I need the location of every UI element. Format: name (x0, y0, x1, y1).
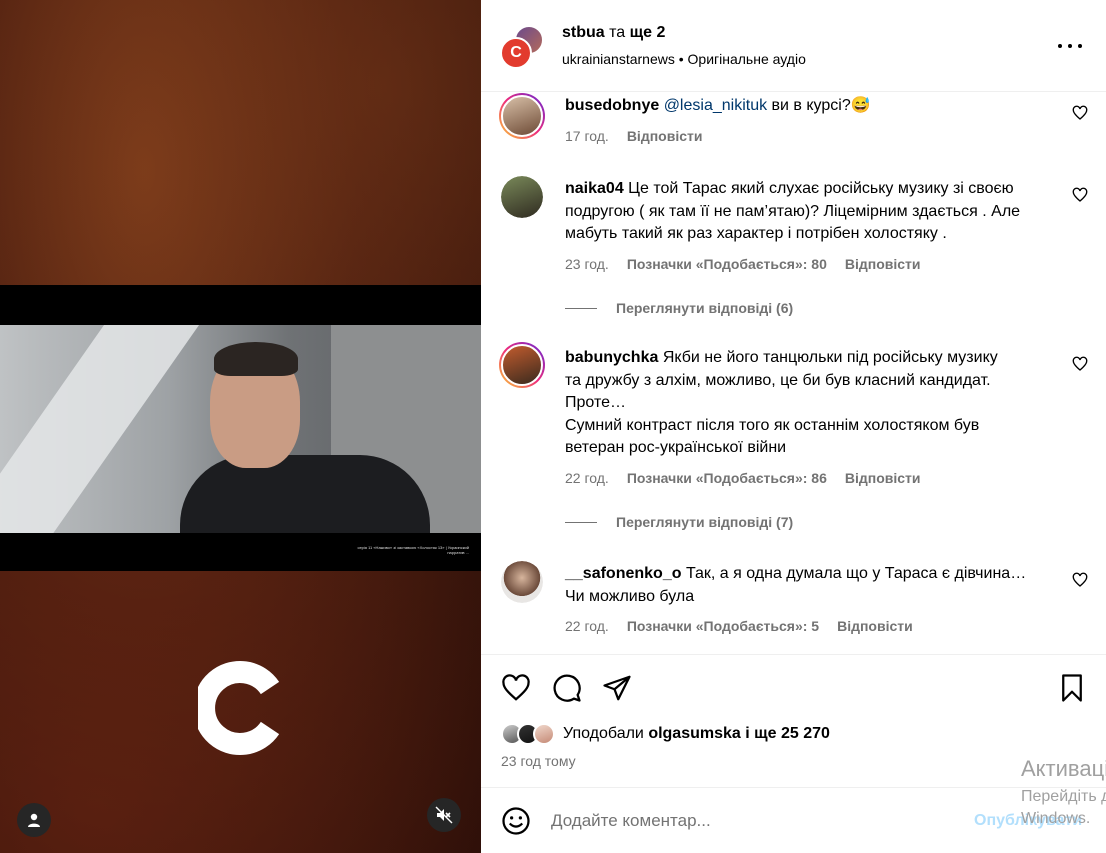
comment-username[interactable]: busedobnye (565, 97, 659, 114)
post-timestamp[interactable]: 23 год тому (501, 753, 576, 769)
comment-body: Це той Тарас який слухає російську музик… (565, 180, 1021, 242)
comment-input[interactable] (551, 808, 951, 834)
heart-icon[interactable] (1072, 356, 1088, 372)
subtitle-line: ukrainianstarnews • Оригінальне аудіо (562, 51, 806, 67)
reply-button[interactable]: Відповісти (845, 470, 921, 486)
tagged-users-button[interactable] (17, 803, 51, 837)
windows-activation-watermark: Активація Windows Перейдіть до параметрі… (1021, 756, 1106, 827)
comment-body: ви в курсі?😅 (771, 97, 871, 114)
avatar[interactable] (501, 561, 543, 603)
like-heart-icon[interactable] (501, 673, 531, 703)
letterbox-bottom: серія 11 «Наживо» зі заставкою «Холостяк… (0, 533, 481, 571)
reply-button[interactable]: Відповісти (845, 256, 921, 272)
avatar[interactable] (501, 176, 543, 218)
comment-time: 22 год. (565, 618, 609, 634)
user-icon (28, 813, 40, 827)
comment-username[interactable]: __safonenko_o (565, 565, 681, 582)
comment-body-line: ветеран рос-української війни (565, 439, 787, 456)
likes-count[interactable]: Позначки «Подобається»: 86 (627, 470, 827, 486)
audio-link[interactable]: Оригінальне аудіо (688, 51, 806, 67)
view-replies-button[interactable]: Переглянути відповіді (6) (565, 300, 793, 316)
comment-time: 23 год. (565, 256, 609, 272)
mention-link[interactable]: @lesia_nikituk (664, 97, 767, 114)
stb-avatar: C (500, 37, 532, 69)
comment-username[interactable]: naika04 (565, 180, 624, 197)
comments-list[interactable]: busedobnye @lesia_nikituk ви в курсі?😅 1… (481, 92, 1106, 654)
comment-time: 17 год. (565, 128, 609, 144)
post-header: C stbua та ще 2 ukrainianstarnews • Ориг… (481, 0, 1106, 92)
comment-username[interactable]: babunychka (565, 349, 658, 366)
liker-username[interactable]: olgasumska (648, 725, 740, 742)
post-panel: C stbua та ще 2 ukrainianstarnews • Ориг… (481, 0, 1106, 853)
comment-composer: Опублікувати (481, 787, 1106, 853)
avatar[interactable] (499, 342, 545, 388)
reply-button[interactable]: Відповісти (627, 128, 703, 144)
comment-bubble-icon[interactable] (552, 673, 582, 703)
dot-icon (1058, 44, 1062, 48)
likes-count[interactable]: Позначки «Подобається»: 5 (627, 618, 819, 634)
avatar (533, 723, 555, 745)
more-authors-link[interactable]: ще 2 (630, 24, 666, 41)
heart-icon[interactable] (1072, 572, 1088, 588)
avatar[interactable] (499, 93, 545, 139)
video-frame (0, 325, 481, 533)
likes-others-link[interactable]: і ще 25 270 (745, 725, 830, 742)
more-options-button[interactable] (1058, 36, 1082, 56)
mute-button[interactable] (427, 798, 461, 832)
letterbox-top (0, 285, 481, 325)
author-username[interactable]: stbua (562, 24, 605, 41)
heart-icon[interactable] (1072, 105, 1088, 121)
coauthor-link[interactable]: ukrainianstarnews (562, 51, 675, 67)
bookmark-icon[interactable] (1057, 673, 1087, 703)
comment-time: 22 год. (565, 470, 609, 486)
post-media[interactable]: серія 11 «Наживо» зі заставкою «Холостяк… (0, 0, 481, 853)
person-figure (180, 340, 430, 533)
divider (481, 654, 1106, 655)
author-line: stbua та ще 2 (562, 24, 666, 41)
emoji-icon[interactable] (501, 806, 531, 836)
speaker-muted-icon (435, 806, 453, 824)
comment-body-line: Сумний контраст після того як останнім х… (565, 416, 980, 434)
comment-body-line: та дружбу з алхім, можливо, це би був кл… (565, 371, 991, 389)
video-caption: серія 11 «Наживо» зі заставкою «Холостяк… (357, 545, 469, 555)
heart-icon[interactable] (1072, 187, 1088, 203)
author-avatars[interactable]: C (500, 25, 544, 69)
share-send-icon[interactable] (602, 673, 632, 703)
stb-logo-icon (198, 661, 280, 755)
likes-summary: Уподобали olgasumska і ще 25 270 (501, 723, 830, 745)
comment-body-line: Якби не його танцюльки під російську муз… (662, 349, 998, 366)
view-replies-button[interactable]: Переглянути відповіді (7) (565, 514, 793, 530)
reply-button[interactable]: Відповісти (837, 618, 913, 634)
comment-body-line: Проте… (565, 394, 626, 411)
likes-count[interactable]: Позначки «Подобається»: 80 (627, 256, 827, 272)
